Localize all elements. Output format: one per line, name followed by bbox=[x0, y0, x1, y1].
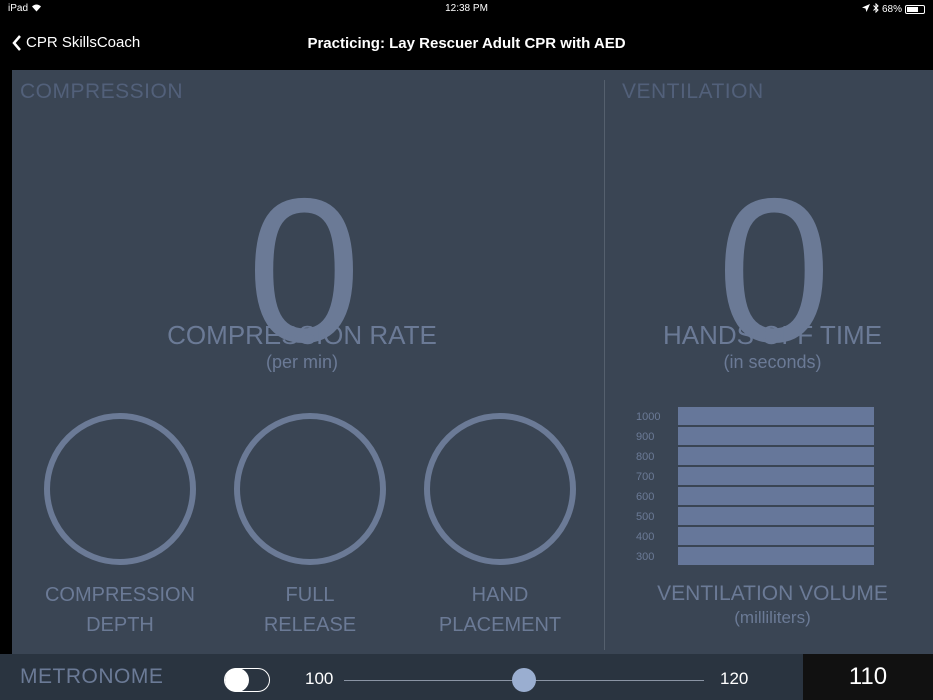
slider-min-label: 100 bbox=[305, 669, 334, 688]
compression-section-title: COMPRESSION bbox=[20, 80, 184, 103]
hand-placement-label-line1: HAND bbox=[471, 584, 529, 606]
full-release-label-line1: FULL bbox=[285, 584, 335, 606]
compression-depth-indicator bbox=[44, 413, 196, 565]
status-bar: iPad 12:38 PM 68% bbox=[0, 0, 933, 18]
battery-icon bbox=[905, 5, 925, 14]
scale-label-800: 800 bbox=[636, 451, 655, 463]
navigation-bar: CPR SkillsCoach Practicing: Lay Rescuer … bbox=[0, 18, 933, 70]
scale-label-1000: 1000 bbox=[636, 411, 661, 423]
toggle-knob bbox=[225, 668, 249, 692]
ventilation-section-title: VENTILATION bbox=[622, 80, 764, 103]
location-icon bbox=[861, 4, 870, 15]
scale-label-400: 400 bbox=[636, 531, 655, 543]
compression-rate-unit: (per min) bbox=[265, 352, 338, 372]
ventilation-volume-bars bbox=[678, 407, 874, 567]
metronome-toggle[interactable] bbox=[224, 668, 270, 692]
metronome-label: METRONOME bbox=[20, 665, 164, 688]
section-divider bbox=[604, 80, 605, 650]
scale-label-600: 600 bbox=[636, 491, 655, 503]
status-right: 68% bbox=[861, 2, 925, 16]
status-time: 12:38 PM bbox=[445, 3, 488, 14]
hands-off-time-unit: (in seconds) bbox=[723, 352, 822, 372]
main-panel: COMPRESSION 0 COMPRESSION RATE (per min)… bbox=[12, 70, 933, 654]
metronome-slider-thumb[interactable] bbox=[512, 668, 536, 692]
full-release-label: FULL RELEASE bbox=[215, 580, 405, 640]
page-title: Practicing: Lay Rescuer Adult CPR with A… bbox=[307, 35, 626, 52]
hand-placement-label-line2: PLACEMENT bbox=[438, 614, 562, 636]
volume-bar bbox=[678, 507, 874, 525]
volume-bar bbox=[678, 547, 874, 565]
ventilation-volume-label: VENTILATION VOLUME bbox=[657, 582, 888, 605]
battery-percent: 68% bbox=[881, 4, 902, 15]
volume-bar bbox=[678, 467, 874, 485]
scale-label-500: 500 bbox=[636, 511, 655, 523]
compression-depth-label: COMPRESSION DEPTH bbox=[25, 580, 215, 640]
compression-rate-label: COMPRESSION RATE bbox=[167, 320, 437, 350]
scale-label-300: 300 bbox=[636, 551, 655, 563]
compression-depth-label-line1: COMPRESSION bbox=[44, 584, 196, 606]
volume-bar bbox=[678, 487, 874, 505]
compression-depth-label-line2: DEPTH bbox=[86, 614, 154, 636]
scale-label-900: 900 bbox=[636, 431, 655, 443]
bluetooth-icon bbox=[873, 2, 879, 16]
scale-label-700: 700 bbox=[636, 471, 655, 483]
volume-bar bbox=[678, 527, 874, 545]
ventilation-volume-scale: 1000 900 800 700 600 500 400 300 bbox=[636, 407, 676, 567]
hand-placement-indicator bbox=[424, 413, 576, 565]
volume-bar bbox=[678, 447, 874, 465]
metronome-bar: METRONOME 100 120 110 bbox=[0, 654, 933, 700]
slider-max-label: 120 bbox=[720, 669, 749, 688]
hands-off-time-label: HANDS OFF TIME bbox=[662, 320, 883, 350]
full-release-label-line2: RELEASE bbox=[263, 614, 357, 636]
volume-bar bbox=[678, 407, 874, 425]
full-release-indicator bbox=[234, 413, 386, 565]
volume-bar bbox=[678, 427, 874, 445]
ventilation-volume-unit: (milliliters) bbox=[734, 608, 811, 627]
metronome-value-display: 110 bbox=[803, 654, 933, 700]
hand-placement-label: HAND PLACEMENT bbox=[405, 580, 595, 640]
